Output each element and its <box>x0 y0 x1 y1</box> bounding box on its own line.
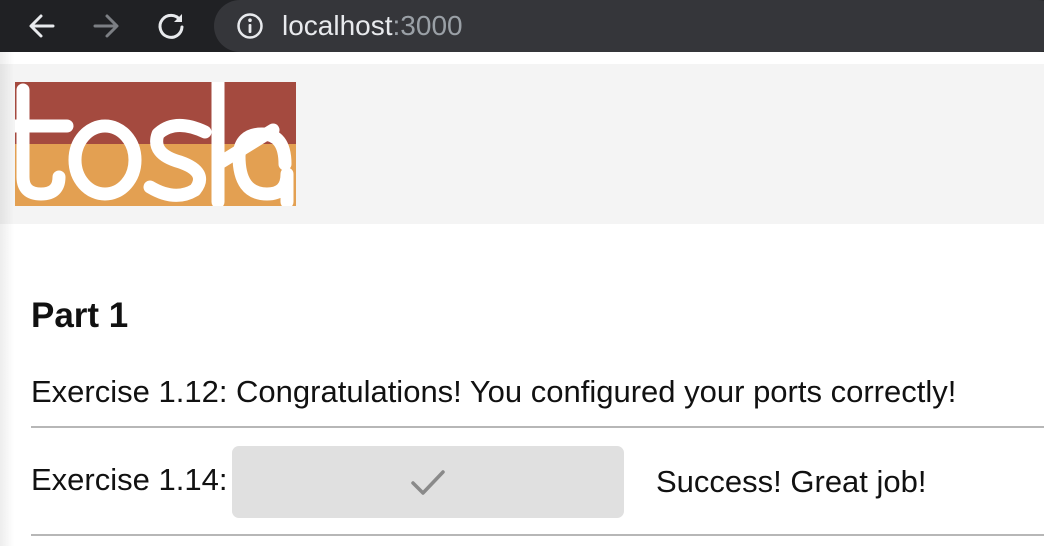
back-button[interactable] <box>22 6 62 46</box>
arrow-right-icon <box>93 14 119 38</box>
url-host: localhost <box>282 10 393 41</box>
reload-icon <box>158 13 184 39</box>
reload-button[interactable] <box>151 6 191 46</box>
check-button[interactable] <box>232 446 624 518</box>
info-icon[interactable] <box>236 12 264 40</box>
forward-button[interactable] <box>86 6 126 46</box>
success-message: Success! Great job! <box>656 464 927 499</box>
page-content: Part 1 Exercise 1.12: Congratulations! Y… <box>0 52 1044 546</box>
site-header <box>0 64 1044 224</box>
tosk-logo <box>15 82 296 206</box>
part-title: Part 1 <box>31 296 129 335</box>
divider <box>31 426 1044 428</box>
checkmark-icon <box>411 470 445 495</box>
divider <box>31 534 1044 536</box>
address-bar[interactable]: localhost:3000 <box>214 0 1044 52</box>
url-text: localhost:3000 <box>282 8 463 44</box>
arrow-left-icon <box>29 14 55 38</box>
browser-toolbar: localhost:3000 <box>0 0 1044 52</box>
exercise-1-12-text: Exercise 1.12: Congratulations! You conf… <box>31 374 957 409</box>
url-port: :3000 <box>392 10 463 41</box>
exercise-1-14-label: Exercise 1.14: <box>31 462 228 497</box>
